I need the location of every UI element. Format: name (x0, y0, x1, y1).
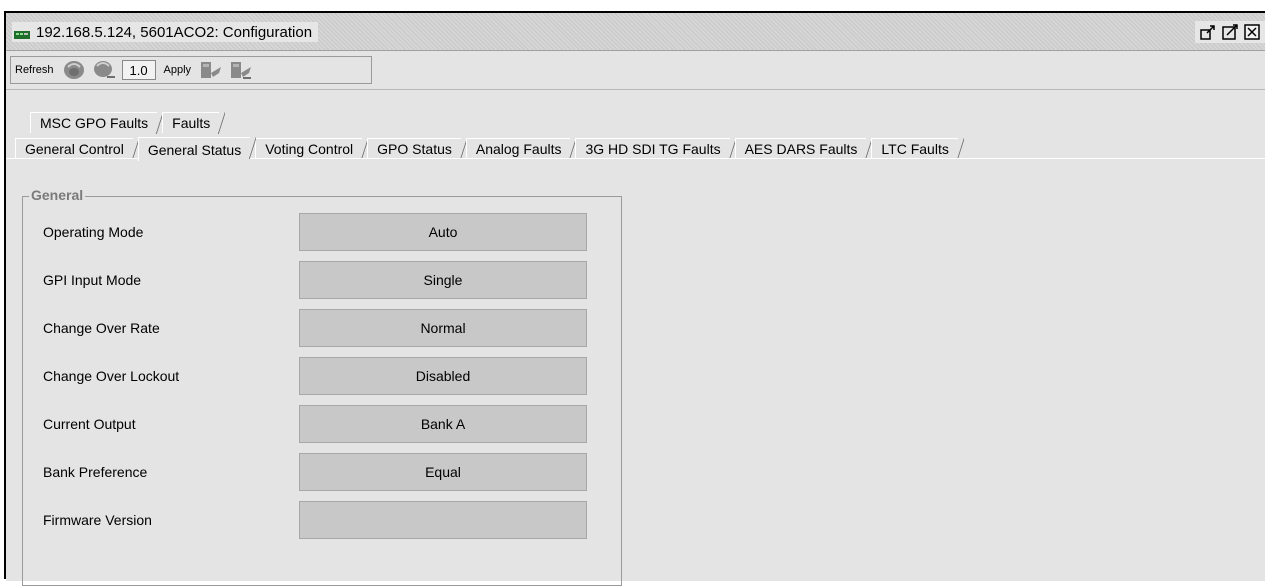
tab-msc-gpo-faults[interactable]: MSC GPO Faults (30, 112, 164, 134)
tab-3g-hd-sdi-tg-faults[interactable]: 3G HD SDI TG Faults (575, 138, 736, 160)
status-row: Change Over Rate Normal (43, 308, 613, 348)
apply-alt-icon[interactable] (229, 59, 253, 81)
tab-row-bottom: General Control General Status Voting Co… (15, 137, 965, 161)
status-value (299, 501, 587, 539)
tab-gpo-status[interactable]: GPO Status (367, 138, 467, 160)
status-row: Operating Mode Auto (43, 212, 613, 252)
tab-label: LTC Faults (881, 141, 949, 157)
tab-general-status[interactable]: General Status (137, 137, 257, 161)
status-value: Normal (299, 309, 587, 347)
status-label: Operating Mode (43, 224, 144, 240)
group-title: General (29, 187, 86, 203)
status-label: Current Output (43, 416, 136, 432)
toolbar: Refresh 1.0 Apply (6, 51, 1265, 90)
maximize-icon[interactable] (1221, 23, 1239, 41)
tab-label: Analog Faults (475, 141, 562, 157)
tab-ltc-faults[interactable]: LTC Faults (871, 138, 965, 160)
status-label: Change Over Rate (43, 320, 160, 336)
refresh-device-alt-icon[interactable] (92, 59, 116, 81)
tab-analog-faults[interactable]: Analog Faults (465, 138, 577, 160)
tab-label: General Control (25, 141, 124, 157)
status-row: Bank Preference Equal (43, 452, 613, 492)
undock-icon[interactable] (1199, 23, 1217, 41)
status-row: Current Output Bank A (43, 404, 613, 444)
window-controls (1195, 21, 1265, 43)
status-row: Change Over Lockout Disabled (43, 356, 613, 396)
apply-icon[interactable] (199, 59, 223, 81)
tab-row-top: MSC GPO Faults Faults (30, 111, 226, 134)
status-value: Equal (299, 453, 587, 491)
status-row: GPI Input Mode Single (43, 260, 613, 300)
device-icon (14, 27, 30, 39)
configuration-window: 192.168.5.124, 5601ACO2: Configuration R… (4, 11, 1265, 586)
refresh-button[interactable]: Refresh (15, 64, 54, 76)
status-label: Change Over Lockout (43, 368, 180, 384)
apply-button[interactable]: Apply (164, 64, 192, 76)
refresh-device-icon[interactable] (62, 59, 86, 81)
tab-aes-dars-faults[interactable]: AES DARS Faults (734, 138, 873, 160)
status-label: Bank Preference (43, 464, 148, 480)
tab-voting-control[interactable]: Voting Control (255, 138, 369, 160)
status-label: GPI Input Mode (43, 272, 142, 288)
close-icon[interactable] (1243, 23, 1261, 41)
tab-label: General Status (147, 141, 242, 158)
general-group: General Operating Mode Auto GPI Input Mo… (22, 187, 622, 586)
tab-label: MSC GPO Faults (40, 115, 149, 131)
toolbar-group: Refresh 1.0 Apply (10, 56, 372, 84)
tab-content-panel: General Operating Mode Auto GPI Input Mo… (6, 159, 1265, 586)
status-value: Bank A (299, 405, 587, 443)
status-value: Disabled (299, 357, 587, 395)
status-label: Firmware Version (43, 512, 152, 528)
zoom-field[interactable]: 1.0 (121, 60, 156, 80)
tab-label: Voting Control (265, 141, 354, 157)
tab-label: GPO Status (377, 141, 452, 157)
title-group: 192.168.5.124, 5601ACO2: Configuration (12, 22, 319, 42)
tab-label: Faults (172, 115, 211, 131)
window-title: 192.168.5.124, 5601ACO2: Configuration (36, 23, 313, 41)
status-row: Firmware Version (43, 500, 613, 540)
status-value: Auto (299, 213, 587, 251)
tab-label: 3G HD SDI TG Faults (585, 141, 721, 157)
tab-general-control[interactable]: General Control (15, 138, 139, 160)
tab-faults[interactable]: Faults (162, 112, 226, 134)
tab-label: AES DARS Faults (744, 141, 858, 157)
title-bar[interactable]: 192.168.5.124, 5601ACO2: Configuration (6, 13, 1265, 51)
status-value: Single (299, 261, 587, 299)
